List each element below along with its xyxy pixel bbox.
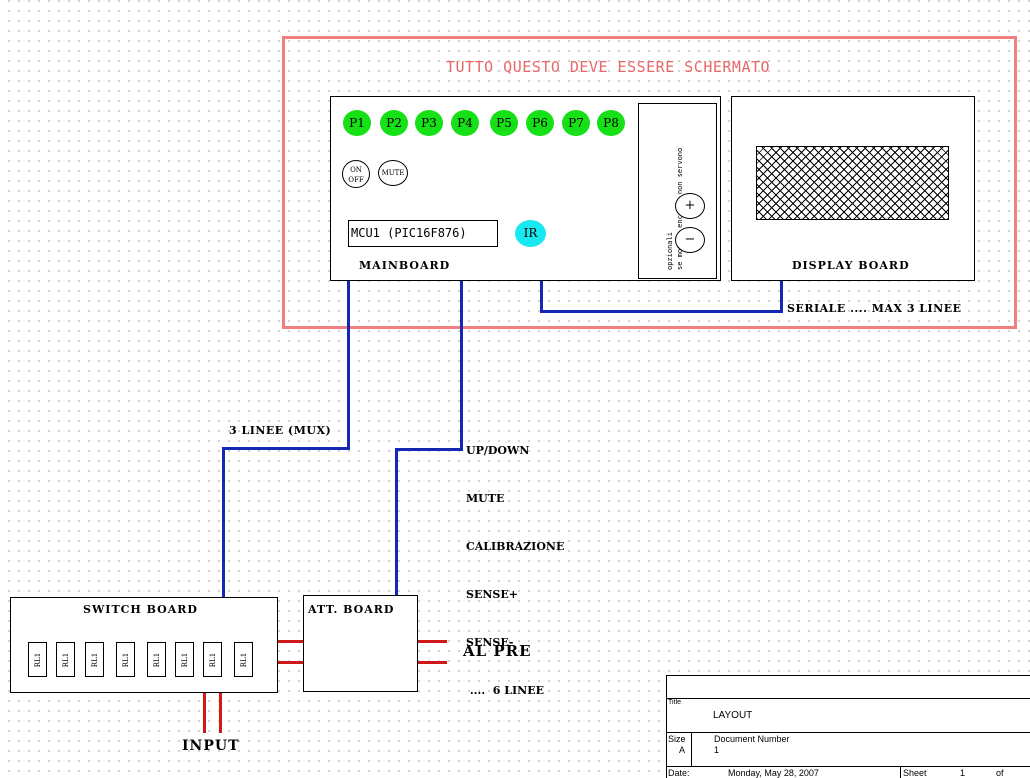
switch-to-att-wire-2 bbox=[278, 661, 303, 664]
relay-8-label: RL1 bbox=[239, 652, 248, 667]
att-line-updown: UP/DOWN bbox=[466, 444, 530, 457]
title-block-row-divider-2 bbox=[666, 732, 1030, 733]
date-value: Monday, May 28, 2007 bbox=[728, 768, 819, 778]
button-p6[interactable]: P6 bbox=[526, 110, 554, 136]
att-lines-label: UP/DOWN MUTE CALIBRAZIONE SENSE+ SENSE- … bbox=[466, 411, 564, 715]
docnum-value: 1 bbox=[714, 745, 720, 755]
title-block-sheet-divider bbox=[900, 766, 901, 778]
size-header: Size bbox=[668, 734, 686, 744]
att-wire-to-att bbox=[395, 448, 398, 597]
att-line-count: .... 6 LINEE bbox=[466, 684, 544, 697]
att-wire-down bbox=[460, 281, 463, 451]
mainboard-label: MAINBOARD bbox=[359, 259, 451, 272]
relay-6: RL1 bbox=[175, 642, 194, 677]
mcu-chip: MCU1 (PIC16F876) bbox=[348, 220, 498, 247]
output-wire-2 bbox=[418, 661, 447, 664]
button-p7[interactable]: P7 bbox=[562, 110, 590, 136]
title-block-row-divider-3 bbox=[666, 766, 1030, 767]
att-wire-horizontal bbox=[395, 448, 463, 451]
button-p4[interactable]: P4 bbox=[451, 110, 479, 136]
on-label: ON bbox=[350, 166, 362, 174]
sheet-value: 1 bbox=[960, 768, 966, 778]
plus-button[interactable]: + bbox=[675, 193, 705, 219]
title-header: Title bbox=[668, 699, 681, 706]
relay-7: RL1 bbox=[203, 642, 222, 677]
mux-wire-down bbox=[347, 281, 350, 450]
relay-1: RL1 bbox=[28, 642, 47, 677]
relay-5: RL1 bbox=[147, 642, 166, 677]
relay-2: RL1 bbox=[56, 642, 75, 677]
relay-3-label: RL1 bbox=[90, 652, 99, 667]
mux-label: 3 LINEE (MUX) bbox=[229, 424, 332, 437]
input-wire-1 bbox=[203, 693, 206, 733]
relay-2-label: RL1 bbox=[61, 652, 70, 667]
minus-button[interactable]: − bbox=[675, 227, 705, 253]
serial-label: SERIALE .... MAX 3 LINEE bbox=[787, 302, 962, 315]
title-value: LAYOUT bbox=[713, 710, 753, 721]
button-p8[interactable]: P8 bbox=[597, 110, 625, 136]
sheet-of: of bbox=[996, 768, 1004, 778]
serial-wire-up bbox=[780, 281, 783, 313]
switch-board-label: SWITCH BOARD bbox=[83, 603, 198, 616]
relay-3: RL1 bbox=[85, 642, 104, 677]
output-wire-1 bbox=[418, 640, 447, 643]
mux-wire-horizontal bbox=[222, 447, 350, 450]
button-p1[interactable]: P1 bbox=[343, 110, 371, 136]
switch-to-att-wire-1 bbox=[278, 640, 303, 643]
input-wire-2 bbox=[219, 693, 222, 733]
relay-1-label: RL1 bbox=[33, 652, 42, 667]
relay-5-label: RL1 bbox=[152, 652, 161, 667]
ir-receiver: IR bbox=[515, 220, 546, 247]
button-p2[interactable]: P2 bbox=[380, 110, 408, 136]
relay-8: RL1 bbox=[234, 642, 253, 677]
button-p3[interactable]: P3 bbox=[415, 110, 443, 136]
mcu-label: MCU1 (PIC16F876) bbox=[351, 226, 467, 240]
shield-title: TUTTO QUESTO DEVE ESSERE SCHERMATO bbox=[446, 58, 771, 76]
on-off-button[interactable]: ON OFF bbox=[342, 160, 370, 188]
optional-note-line1: opzionali bbox=[666, 232, 674, 270]
input-label: INPUT bbox=[182, 738, 240, 754]
display-board-label: DISPLAY BOARD bbox=[792, 259, 910, 272]
title-block-col-divider bbox=[691, 732, 692, 766]
docnum-header: Document Number bbox=[714, 734, 790, 744]
date-header: Date: bbox=[668, 768, 690, 778]
relay-6-label: RL1 bbox=[180, 652, 189, 667]
relay-4-label: RL1 bbox=[121, 652, 130, 667]
att-line-sense-plus: SENSE+ bbox=[466, 588, 518, 601]
off-label: OFF bbox=[348, 176, 364, 184]
title-block bbox=[666, 675, 1030, 778]
serial-wire-horizontal bbox=[540, 310, 783, 313]
output-label: AL PRE bbox=[463, 642, 532, 660]
att-line-calibrazione: CALIBRAZIONE bbox=[466, 540, 565, 553]
mux-wire-to-switch bbox=[222, 447, 225, 597]
title-block-row-divider-1 bbox=[666, 698, 1030, 699]
button-p5[interactable]: P5 bbox=[490, 110, 518, 136]
sheet-header: Sheet bbox=[903, 768, 927, 778]
att-line-mute: MUTE bbox=[466, 492, 505, 505]
att-board-label: ATT. BOARD bbox=[308, 603, 395, 616]
lcd-screen bbox=[756, 146, 949, 220]
relay-7-label: RL1 bbox=[208, 652, 217, 667]
relay-4: RL1 bbox=[116, 642, 135, 677]
serial-wire-down bbox=[540, 281, 543, 313]
size-value: A bbox=[679, 745, 686, 755]
mute-button[interactable]: MUTE bbox=[378, 160, 408, 186]
